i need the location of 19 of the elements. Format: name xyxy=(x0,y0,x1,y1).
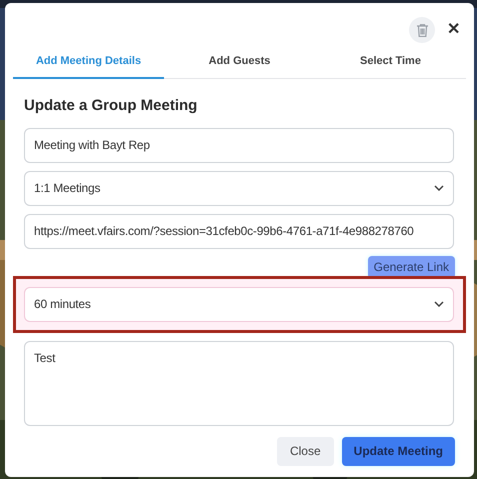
tab[interactable]: Add Meeting Details xyxy=(13,46,164,79)
close-button[interactable]: ✕ xyxy=(447,22,460,38)
dropdown[interactable]: 1:1 Meetings xyxy=(24,170,454,206)
delete-button[interactable] xyxy=(409,17,435,43)
trash-icon xyxy=(416,24,428,36)
notes-field[interactable]: Test xyxy=(24,340,454,426)
input-field[interactable]: https://meet.vfairs.com/?session=31cfeb0c-99b6-4761-a71f-4e988278760 xyxy=(24,214,454,248)
dropdown-value: 1:1 Meetings xyxy=(34,180,100,197)
tab[interactable]: Select Time xyxy=(315,46,466,79)
generate-link-button[interactable]: Generate Link xyxy=(368,256,455,278)
dropdown[interactable]: 60 minutes xyxy=(24,286,454,322)
chevron-down-icon xyxy=(434,185,444,191)
dialog-title: Update a Group Meeting xyxy=(24,96,198,116)
input-field[interactable]: Meeting with Bayt Rep xyxy=(24,128,454,162)
close-text-button[interactable]: Close xyxy=(276,436,334,466)
chevron-down-icon xyxy=(434,301,444,307)
update-button[interactable]: Update Meeting xyxy=(342,436,455,466)
tab[interactable]: Add Guests xyxy=(164,46,315,79)
dropdown-value: 60 minutes xyxy=(34,296,91,313)
